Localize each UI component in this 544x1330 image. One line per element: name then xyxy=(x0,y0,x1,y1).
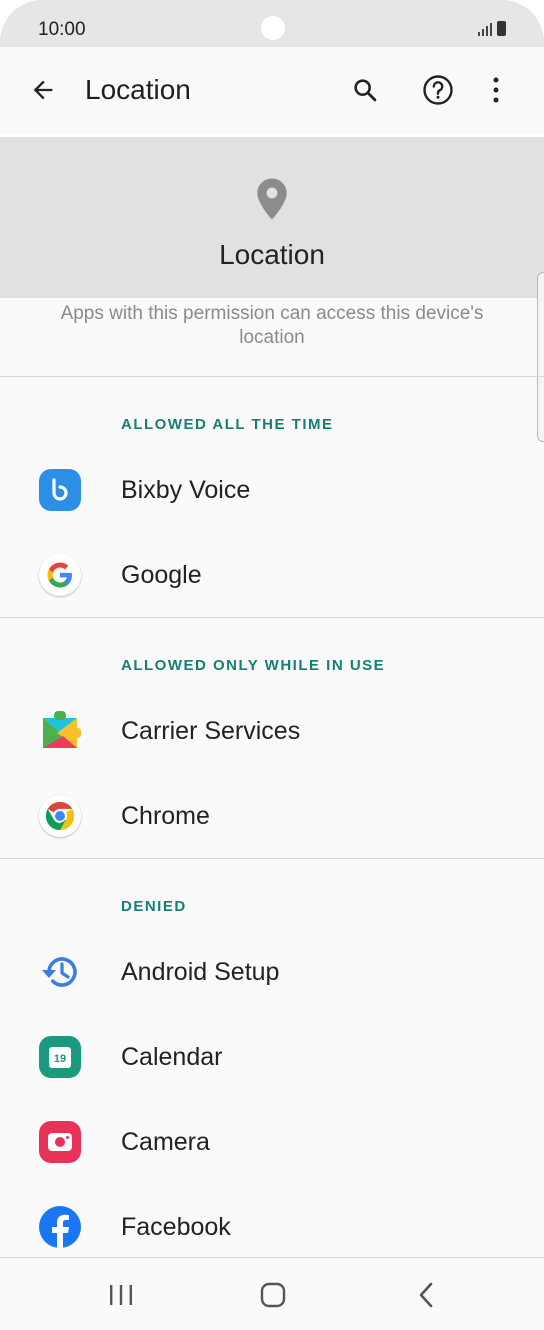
app-row-google[interactable]: Google xyxy=(0,533,544,617)
google-icon xyxy=(39,554,81,596)
facebook-f-glyph xyxy=(52,1214,69,1248)
app-bar: Location xyxy=(0,47,544,133)
front-camera xyxy=(261,16,285,40)
calendar-page-glyph: 19 xyxy=(49,1046,71,1068)
chrome-icon xyxy=(39,795,81,837)
carrier-services-icon xyxy=(39,710,81,752)
app-name: Calendar xyxy=(121,1043,223,1071)
back-button[interactable] xyxy=(22,69,64,111)
battery-icon xyxy=(497,21,506,36)
more-options-button[interactable] xyxy=(475,69,517,111)
search-icon xyxy=(354,79,377,102)
search-button[interactable] xyxy=(344,69,386,111)
android-setup-icon xyxy=(39,951,81,993)
home-icon xyxy=(260,1282,286,1308)
app-name: Chrome xyxy=(121,802,210,830)
camera-body-glyph xyxy=(48,1133,72,1151)
divider xyxy=(0,858,544,859)
permission-header: Location xyxy=(0,137,544,298)
chrome-glyph xyxy=(45,801,75,831)
scroll-handle[interactable] xyxy=(537,272,544,442)
navigation-bar xyxy=(0,1257,544,1330)
permission-title: Location xyxy=(219,239,325,270)
app-row-camera[interactable]: Camera xyxy=(0,1100,544,1184)
calendar-icon: 19 xyxy=(39,1036,81,1078)
app-row-carrier-services[interactable]: Carrier Services xyxy=(0,689,544,773)
google-g-glyph xyxy=(47,562,72,588)
signal-icon xyxy=(478,23,492,36)
back-nav-button[interactable] xyxy=(396,1274,456,1316)
more-vert-icon xyxy=(493,77,499,103)
status-icons xyxy=(478,21,506,36)
restore-glyph xyxy=(42,957,77,987)
app-name: Bixby Voice xyxy=(121,476,251,504)
app-name: Carrier Services xyxy=(121,717,301,745)
section-header-allowed-while-in-use: ALLOWED ONLY WHILE IN USE xyxy=(121,657,386,674)
app-name: Facebook xyxy=(121,1213,231,1241)
section-header-allowed-all-the-time: ALLOWED ALL THE TIME xyxy=(121,416,334,433)
recents-icon xyxy=(110,1285,132,1305)
home-button[interactable] xyxy=(243,1274,303,1316)
recent-apps-button[interactable] xyxy=(91,1274,151,1316)
arrow-back-icon xyxy=(33,80,53,100)
app-row-chrome[interactable]: Chrome xyxy=(0,774,544,858)
divider xyxy=(0,376,544,377)
section-header-denied: DENIED xyxy=(121,898,187,915)
status-time: 10:00 xyxy=(38,19,86,40)
camera-icon xyxy=(39,1121,81,1163)
app-row-calendar[interactable]: 19 Calendar xyxy=(0,1015,544,1099)
app-name: Android Setup xyxy=(121,958,280,986)
bixby-b-glyph xyxy=(52,478,68,501)
page-title: Location xyxy=(85,74,191,105)
permission-description: Apps with this permission can access thi… xyxy=(60,303,484,348)
help-button[interactable] xyxy=(417,69,459,111)
location-pin-icon xyxy=(257,178,287,220)
status-bar: 10:00 xyxy=(0,0,544,47)
divider xyxy=(0,617,544,618)
bixby-voice-icon xyxy=(39,469,81,511)
calendar-date-text: 19 xyxy=(53,1052,67,1065)
phone-screen: 10:00 Location Location Apps with this p… xyxy=(0,0,544,1330)
facebook-icon xyxy=(39,1206,81,1248)
puzzle-piece-glyph xyxy=(43,711,81,748)
help-icon xyxy=(423,75,453,105)
app-name: Camera xyxy=(121,1128,210,1156)
chevron-left-icon xyxy=(419,1282,433,1308)
app-row-android-setup[interactable]: Android Setup xyxy=(0,930,544,1014)
app-row-bixby-voice[interactable]: Bixby Voice xyxy=(0,448,544,532)
app-name: Google xyxy=(121,561,202,589)
